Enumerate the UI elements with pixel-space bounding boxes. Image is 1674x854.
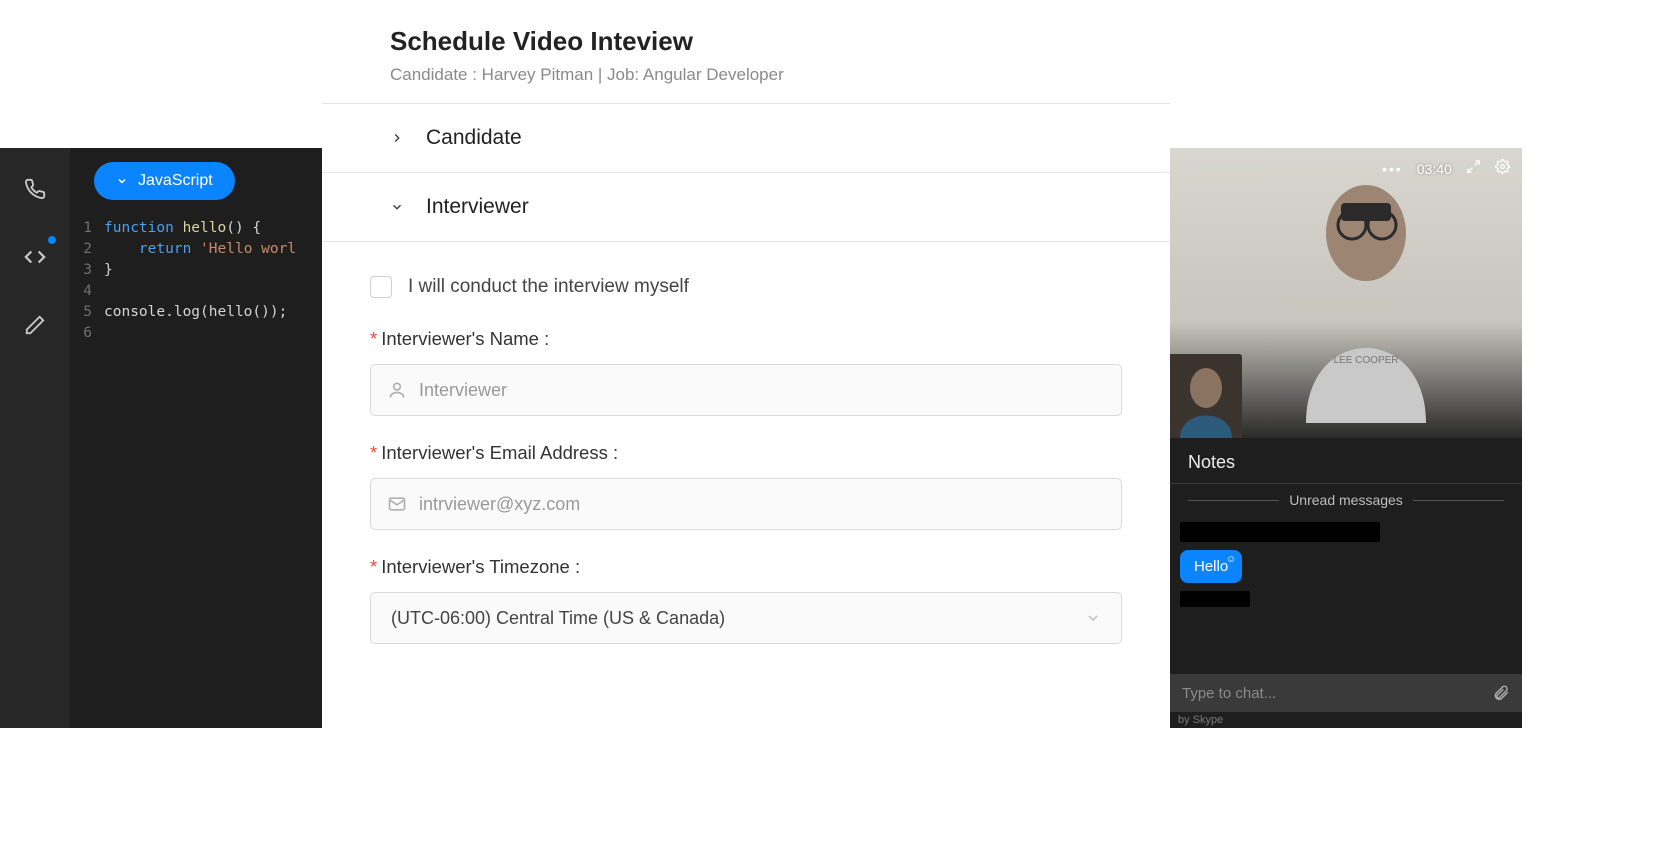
form-body: I will conduct the interview myself *Int… [322, 242, 1170, 644]
powered-by: by Skype [1170, 712, 1522, 728]
email-label: Interviewer's Email Address : [381, 442, 618, 463]
code-area[interactable]: 1function hello() { 2 return 'Hello worl… [70, 218, 322, 344]
name-label: Interviewer's Name : [381, 328, 549, 349]
field-interviewer-email: *Interviewer's Email Address : [362, 442, 1130, 530]
code-editor-panel: JavaScript 1function hello() { 2 return … [0, 148, 322, 728]
tz-select[interactable]: (UTC-06:00) Central Time (US & Canada) [370, 592, 1122, 644]
section-interviewer-label: Interviewer [426, 195, 529, 219]
unread-label: Unread messages [1289, 492, 1403, 508]
chevron-down-icon [390, 200, 404, 214]
email-input[interactable] [419, 494, 1105, 515]
chat-message-text: Hello [1194, 558, 1228, 575]
chat-area: Hello ☺ [1170, 516, 1522, 674]
pip-self-video[interactable] [1170, 354, 1242, 438]
pencil-icon[interactable] [0, 298, 70, 352]
chat-input-row [1170, 674, 1522, 712]
smiley-icon: ☺ [1226, 554, 1236, 565]
self-conduct-checkbox[interactable] [370, 276, 392, 298]
section-candidate[interactable]: Candidate [322, 104, 1170, 173]
svg-text:LEE COOPER: LEE COOPER [1333, 355, 1398, 366]
person-icon [387, 380, 407, 400]
page-title: Schedule Video Inteview [390, 26, 1134, 57]
section-candidate-label: Candidate [426, 126, 522, 150]
language-selector[interactable]: JavaScript [94, 162, 235, 200]
language-label: JavaScript [138, 172, 213, 190]
paperclip-icon[interactable] [1492, 684, 1510, 702]
schedule-form-panel: Schedule Video Inteview Candidate : Harv… [322, 0, 1170, 790]
tz-value: (UTC-06:00) Central Time (US & Canada) [391, 608, 725, 629]
editor-sidebar [0, 148, 70, 728]
notes-header[interactable]: Notes [1170, 438, 1522, 484]
section-interviewer[interactable]: Interviewer [322, 173, 1170, 242]
self-conduct-label: I will conduct the interview myself [408, 276, 689, 298]
name-input[interactable] [419, 380, 1105, 401]
redacted-line [1180, 522, 1380, 542]
video-area: ••• 03:40 LEE COOPER [1170, 148, 1522, 438]
video-call-panel: ••• 03:40 LEE COOPER [1170, 148, 1522, 728]
chat-input[interactable] [1182, 685, 1492, 702]
editor-main: JavaScript 1function hello() { 2 return … [70, 148, 322, 728]
field-interviewer-name: *Interviewer's Name : [362, 328, 1130, 416]
page-subtitle: Candidate : Harvey Pitman | Job: Angular… [390, 65, 1134, 85]
field-interviewer-timezone: *Interviewer's Timezone : (UTC-06:00) Ce… [362, 556, 1130, 644]
chevron-right-icon [390, 131, 404, 145]
form-header: Schedule Video Inteview Candidate : Harv… [322, 0, 1170, 104]
redacted-line [1180, 591, 1250, 607]
chat-message: Hello ☺ [1180, 550, 1242, 583]
mail-icon [387, 494, 407, 514]
unread-divider: Unread messages [1170, 484, 1522, 516]
phone-icon[interactable] [0, 162, 70, 216]
chevron-down-icon [1085, 610, 1101, 626]
self-conduct-row: I will conduct the interview myself [370, 276, 1130, 298]
tz-label: Interviewer's Timezone : [381, 556, 580, 577]
code-icon[interactable] [0, 230, 70, 284]
